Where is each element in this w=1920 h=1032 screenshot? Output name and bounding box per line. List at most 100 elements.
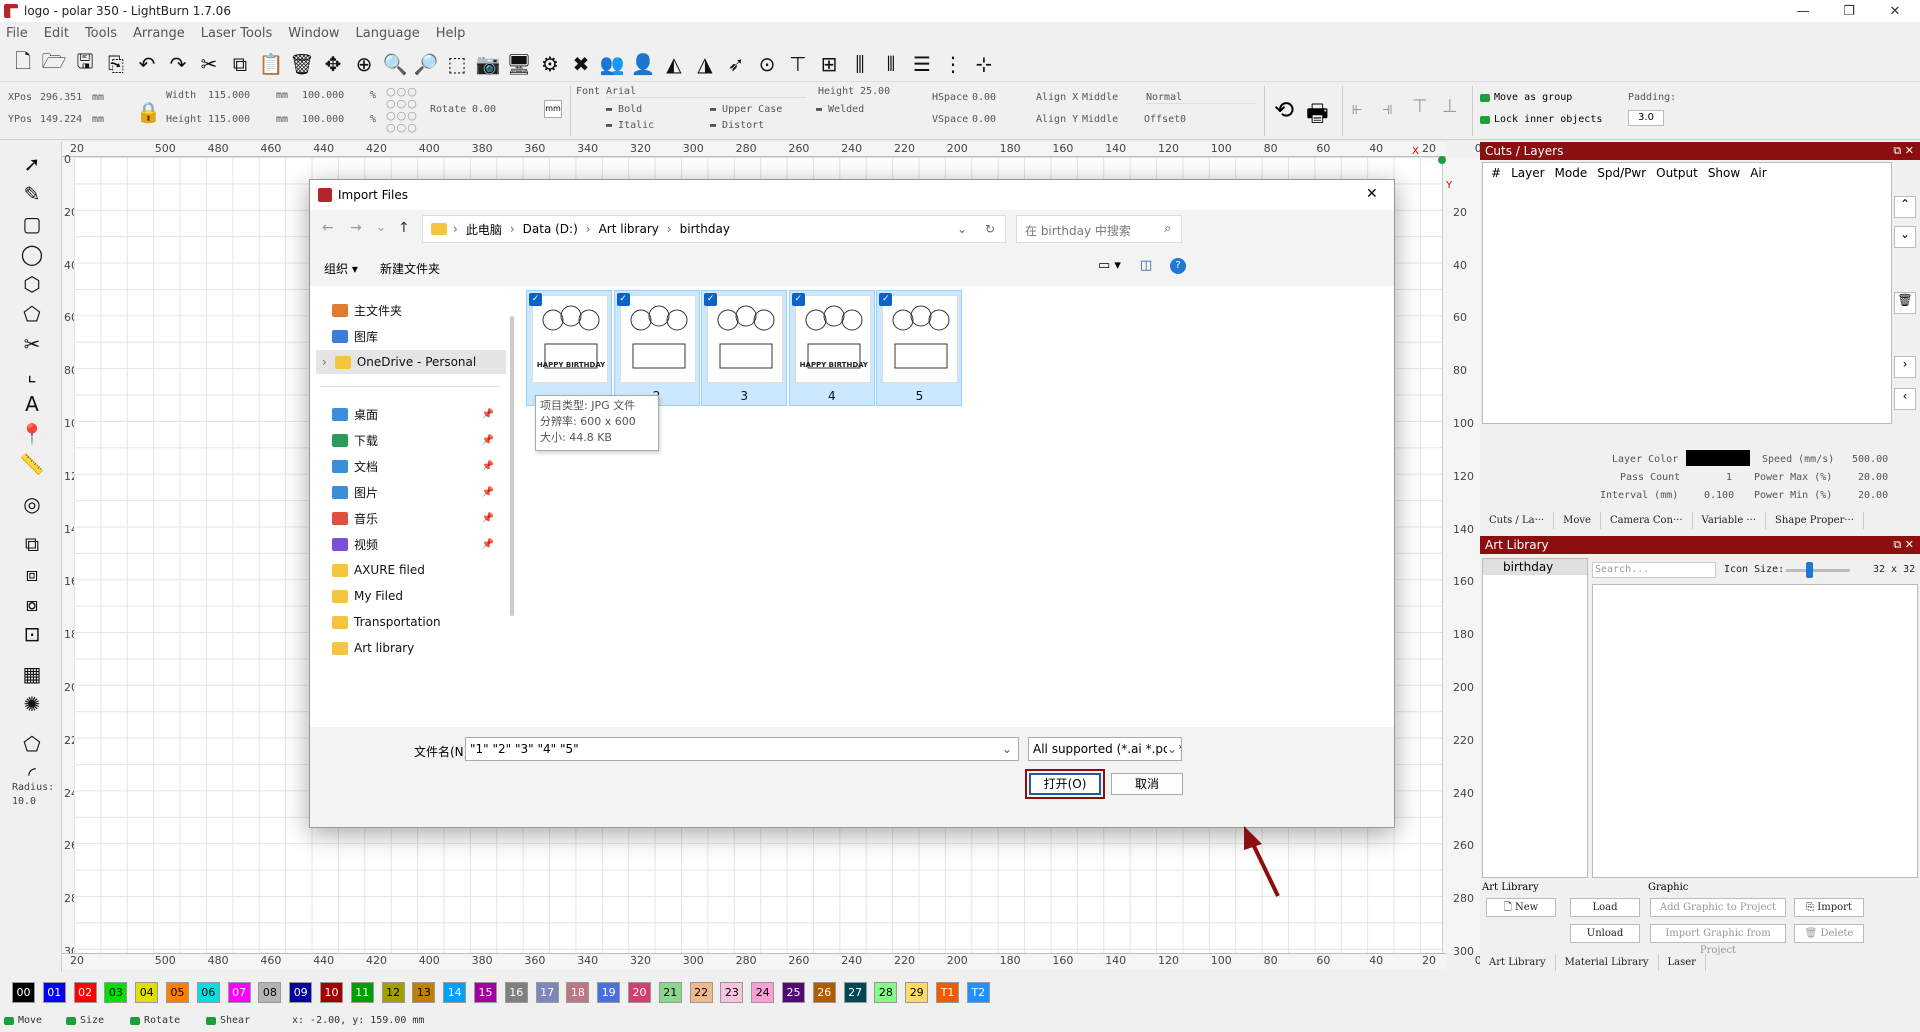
lock-inner-toggle[interactable]: Lock inner objects (1480, 114, 1602, 125)
forward-arrow-icon[interactable]: → (350, 220, 362, 236)
copy-icon[interactable]: ⧉ (227, 51, 253, 77)
palette-swatch-07[interactable]: 07 (227, 982, 251, 1003)
status-move-toggle[interactable]: Move (4, 1015, 42, 1026)
arrange-icon[interactable]: ☰ (909, 51, 935, 77)
open-folder-icon[interactable]: 🗁 (41, 49, 67, 77)
save-icon[interactable]: 🖫 (72, 49, 98, 77)
boolean-intersect-icon[interactable]: ⧇ (18, 590, 46, 618)
boolean-subtract-icon[interactable]: ⧈ (18, 560, 46, 588)
delete-graphic-button[interactable]: 🗑 Delete (1794, 924, 1864, 943)
breadcrumb-art-library[interactable]: Art library (599, 222, 659, 236)
power-max-value[interactable]: 20.00 (1858, 472, 1888, 483)
icon-size-slider[interactable] (1786, 569, 1850, 572)
power-min-value[interactable]: 20.00 (1858, 490, 1888, 501)
zoom-out-icon[interactable]: 🔎 (413, 51, 439, 77)
tab-move[interactable]: Move (1554, 512, 1601, 529)
nav-item-12[interactable]: Art library (332, 636, 502, 660)
address-bar[interactable]: › 此电脑 › Data (D:) › Art library › birthd… (422, 215, 1006, 243)
file-checkbox[interactable]: ✓ (791, 293, 805, 306)
menu-window[interactable]: Window (288, 26, 339, 41)
tab-shape-properties[interactable]: Shape Proper··· (1766, 512, 1864, 529)
tools-icon[interactable]: ✖ (568, 51, 594, 77)
align-bottom-edge-icon[interactable]: ⊥ (1442, 96, 1458, 117)
nav-item-4[interactable]: 下载 📌 (332, 428, 502, 452)
tab-material-library[interactable]: Material Library (1556, 954, 1659, 971)
palette-swatch-28[interactable]: 28 (874, 982, 898, 1003)
file-item[interactable]: ✓2 (613, 290, 700, 406)
align-middle-icon[interactable]: ⊞ (816, 51, 842, 77)
circular-array-icon[interactable]: ✺ (18, 690, 46, 718)
italic-toggle[interactable]: ▬ Italic (606, 120, 654, 131)
settings-gear-icon[interactable]: ⚙ (537, 51, 563, 77)
nav-item-11[interactable]: Transportation (332, 610, 502, 634)
nav-item-8[interactable]: 视频 📌 (332, 532, 502, 556)
breadcrumb-birthday[interactable]: birthday (680, 222, 730, 236)
file-checkbox[interactable]: ✓ (704, 293, 718, 306)
palette-swatch-17[interactable]: 17 (535, 982, 559, 1003)
address-dropdown-icon[interactable]: ⌄ (957, 222, 967, 236)
menu-tools[interactable]: Tools (85, 26, 117, 41)
open-button[interactable]: 打开(O) (1029, 773, 1101, 795)
palette-swatch-16[interactable]: 16 (504, 982, 528, 1003)
delete-icon[interactable]: 🗑 (289, 51, 315, 77)
nav-item-0[interactable]: 主文件夹 (332, 298, 502, 322)
file-checkbox[interactable]: ✓ (529, 293, 542, 306)
padding-input[interactable]: 3.0 (1628, 110, 1664, 126)
file-item[interactable]: ✓ 3 (701, 290, 788, 406)
lock-icon[interactable]: 🔒 (136, 100, 161, 124)
status-size-toggle[interactable]: Size (66, 1015, 104, 1026)
breadcrumb-data-drive[interactable]: Data (D:) (523, 222, 578, 236)
file-item[interactable]: ✓ 5 (876, 290, 963, 406)
weld-icon[interactable]: ⊡ (18, 620, 46, 648)
camera-icon[interactable]: 📷 (475, 51, 501, 77)
layers-column-header[interactable]: Mode (1555, 166, 1588, 180)
palette-swatch-13[interactable]: 13 (412, 982, 436, 1003)
distort-toggle[interactable]: ▬ Distort (710, 120, 764, 131)
mirror-h-icon[interactable]: ◭ (661, 51, 687, 77)
upper-case-toggle[interactable]: ▬ Upper Case (710, 104, 782, 115)
layers-column-header[interactable]: Layer (1511, 166, 1544, 180)
palette-swatch-22[interactable]: 22 (689, 982, 713, 1003)
back-arrow-icon[interactable]: ← (322, 220, 334, 236)
layers-column-header[interactable]: # (1491, 166, 1501, 180)
palette-swatch-04[interactable]: 04 (135, 982, 159, 1003)
palette-swatch-05[interactable]: 05 (166, 982, 189, 1003)
layers-column-header[interactable]: Spd/Pwr (1597, 166, 1646, 180)
speed-value[interactable]: 500.00 (1852, 454, 1888, 465)
offset-icon[interactable]: ◎ (18, 490, 46, 518)
help-icon[interactable]: ? (1170, 258, 1186, 274)
align-right-icon[interactable]: ⫣ (1382, 98, 1393, 119)
align-y-select[interactable]: Middle (1082, 114, 1118, 125)
nav-item-10[interactable]: My Filed (332, 584, 502, 608)
palette-swatch-25[interactable]: 25 (782, 982, 805, 1003)
text-tool-icon[interactable]: A (18, 390, 46, 418)
palette-swatch-19[interactable]: 19 (597, 982, 621, 1003)
cancel-button[interactable]: 取消 (1111, 773, 1183, 795)
palette-swatch-21[interactable]: 21 (658, 982, 682, 1003)
distribute-h-icon[interactable]: ⫼ (847, 51, 873, 77)
rectangle-icon[interactable]: ▢ (18, 210, 46, 238)
palette-swatch-08[interactable]: 08 (258, 982, 282, 1003)
palette-swatch-t1[interactable]: T1 (936, 982, 959, 1003)
palette-swatch-26[interactable]: 26 (812, 982, 836, 1003)
nav-item-5[interactable]: 文档 📌 (332, 454, 502, 478)
layer-down-button[interactable]: ⌄ (1894, 226, 1916, 248)
layers-column-header[interactable]: Output (1656, 166, 1698, 180)
height-percent-input[interactable]: 100.000 (302, 114, 344, 125)
import-icon[interactable]: ⎘ (103, 51, 129, 77)
filename-dropdown-icon[interactable]: ⌄ (1002, 742, 1012, 756)
ypos-input[interactable]: 149.224 (40, 114, 82, 125)
text-height-input[interactable]: 25.00 (860, 86, 890, 97)
file-item[interactable]: ✓ HAPPY BIRTHDAY (526, 290, 612, 406)
palette-swatch-23[interactable]: 23 (720, 982, 744, 1003)
offset-input[interactable]: 0 (1180, 114, 1186, 125)
palette-swatch-14[interactable]: 14 (443, 982, 467, 1003)
import-graphic-button[interactable]: ⎘ Import (1794, 898, 1864, 917)
tab-art-library[interactable]: Art Library (1480, 954, 1556, 971)
view-options-icon[interactable]: ▭ ▾ (1098, 258, 1121, 273)
height-input[interactable]: 115.000 (208, 114, 250, 125)
palette-swatch-t2[interactable]: T2 (966, 982, 990, 1003)
move-as-group-toggle[interactable]: Move as group (1480, 92, 1572, 103)
welded-toggle[interactable]: ▬ Welded (816, 104, 864, 115)
pentagon-icon[interactable]: ⬠ (18, 300, 46, 328)
